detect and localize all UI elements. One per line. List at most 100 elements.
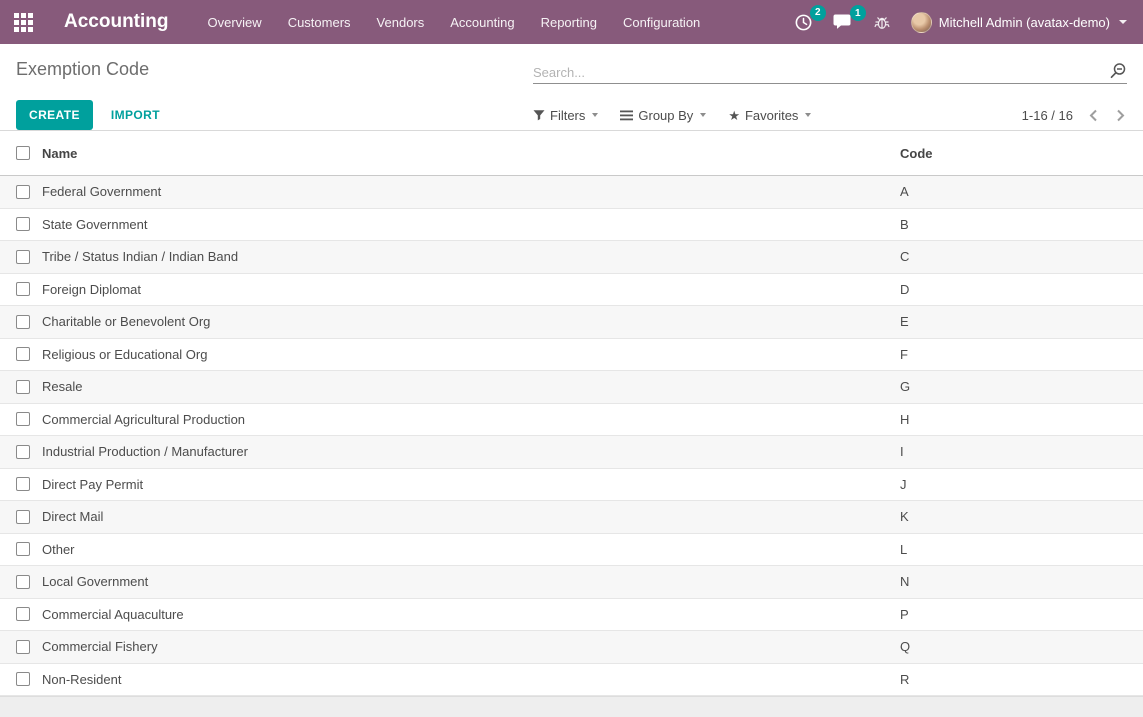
action-buttons: CREATE IMPORT: [16, 100, 533, 130]
row-code: R: [900, 672, 1143, 687]
menu-item[interactable]: Customers: [275, 0, 364, 44]
menu-item[interactable]: Configuration: [610, 0, 713, 44]
table-row[interactable]: Industrial Production / Manufacturer I: [0, 436, 1143, 469]
systray: 2 1 Mitchell Admin (avatax-demo): [790, 9, 1127, 36]
favorites-label: Favorites: [745, 108, 798, 123]
row-checkbox[interactable]: [16, 412, 30, 426]
row-checkbox[interactable]: [16, 640, 30, 654]
row-code: G: [900, 379, 1143, 394]
search-box: [533, 54, 1127, 84]
table-row[interactable]: State Government B: [0, 209, 1143, 242]
row-name: Non-Resident: [42, 672, 900, 687]
row-code: H: [900, 412, 1143, 427]
apps-menu-button[interactable]: [0, 0, 46, 44]
import-button[interactable]: IMPORT: [111, 108, 160, 122]
row-code: K: [900, 509, 1143, 524]
table-row[interactable]: Commercial Aquaculture P: [0, 599, 1143, 632]
row-name: Resale: [42, 379, 900, 394]
row-name: Commercial Fishery: [42, 639, 900, 654]
pager-next-button[interactable]: [1114, 107, 1127, 124]
user-menu[interactable]: Mitchell Admin (avatax-demo): [911, 12, 1127, 33]
row-code: E: [900, 314, 1143, 329]
chevron-down-icon: [1119, 20, 1127, 24]
row-name: Direct Pay Permit: [42, 477, 900, 492]
table-row[interactable]: Charitable or Benevolent Org E: [0, 306, 1143, 339]
table-row[interactable]: Resale G: [0, 371, 1143, 404]
table-row[interactable]: Other L: [0, 534, 1143, 567]
row-name: Federal Government: [42, 184, 900, 199]
row-checkbox[interactable]: [16, 347, 30, 361]
group-by-label: Group By: [638, 108, 693, 123]
menu-item[interactable]: Vendors: [364, 0, 438, 44]
row-code: P: [900, 607, 1143, 622]
message-badge: 1: [850, 5, 866, 21]
row-name: Commercial Agricultural Production: [42, 412, 900, 427]
row-checkbox[interactable]: [16, 672, 30, 686]
app-title[interactable]: Accounting: [64, 11, 169, 33]
row-checkbox[interactable]: [16, 510, 30, 524]
bug-icon: [873, 13, 891, 31]
row-checkbox[interactable]: [16, 250, 30, 264]
debug-button[interactable]: [869, 9, 901, 35]
list-lines-icon: [620, 110, 633, 121]
user-name: Mitchell Admin (avatax-demo): [939, 15, 1110, 30]
table-row[interactable]: Tribe / Status Indian / Indian Band C: [0, 241, 1143, 274]
row-checkbox[interactable]: [16, 315, 30, 329]
row-code: I: [900, 444, 1143, 459]
menu-item[interactable]: Reporting: [528, 0, 610, 44]
row-code: C: [900, 249, 1143, 264]
select-all-checkbox[interactable]: [16, 146, 30, 160]
table-row[interactable]: Direct Pay Permit J: [0, 469, 1143, 502]
table-row[interactable]: Foreign Diplomat D: [0, 274, 1143, 307]
row-checkbox[interactable]: [16, 575, 30, 589]
create-button[interactable]: CREATE: [16, 100, 93, 130]
main-menu: OverviewCustomersVendorsAccountingReport…: [195, 0, 714, 44]
filters-dropdown[interactable]: Filters: [533, 108, 598, 123]
filter-group: Filters Group By ★ Favorites: [533, 108, 811, 123]
row-code: L: [900, 542, 1143, 557]
exemption-code-list: Name Code Federal Government A State Gov…: [0, 131, 1143, 696]
top-navbar: Accounting OverviewCustomersVendorsAccou…: [0, 0, 1143, 44]
row-code: N: [900, 574, 1143, 589]
menu-item[interactable]: Accounting: [437, 0, 527, 44]
row-checkbox[interactable]: [16, 380, 30, 394]
row-name: Commercial Aquaculture: [42, 607, 900, 622]
row-code: J: [900, 477, 1143, 492]
search-magnifier-icon[interactable]: [1109, 62, 1127, 80]
funnel-icon: [533, 109, 545, 121]
row-name: Religious or Educational Org: [42, 347, 900, 362]
column-header-name[interactable]: Name: [42, 146, 900, 161]
row-checkbox[interactable]: [16, 477, 30, 491]
favorites-dropdown[interactable]: ★ Favorites: [728, 108, 811, 123]
table-row[interactable]: Commercial Agricultural Production H: [0, 404, 1143, 437]
row-checkbox[interactable]: [16, 282, 30, 296]
table-row[interactable]: Federal Government A: [0, 176, 1143, 209]
pager-range: 1-16 / 16: [1022, 108, 1073, 123]
column-header-code[interactable]: Code: [900, 146, 1143, 161]
row-checkbox[interactable]: [16, 607, 30, 621]
messages-button[interactable]: 1: [829, 9, 863, 35]
table-row[interactable]: Religious or Educational Org F: [0, 339, 1143, 372]
table-row[interactable]: Commercial Fishery Q: [0, 631, 1143, 664]
star-icon: ★: [728, 109, 740, 122]
control-panel: Exemption Code CREATE IMPORT Filters Gro…: [0, 44, 1143, 131]
row-checkbox[interactable]: [16, 185, 30, 199]
row-code: D: [900, 282, 1143, 297]
table-row[interactable]: Non-Resident R: [0, 664, 1143, 697]
activities-button[interactable]: 2: [790, 9, 823, 36]
row-name: Other: [42, 542, 900, 557]
table-row[interactable]: Local Government N: [0, 566, 1143, 599]
table-row[interactable]: Direct Mail K: [0, 501, 1143, 534]
pager-previous-button[interactable]: [1087, 107, 1100, 124]
row-code: B: [900, 217, 1143, 232]
search-input[interactable]: [533, 65, 1109, 80]
user-avatar: [911, 12, 932, 33]
apps-grid-icon: [14, 13, 33, 32]
row-checkbox[interactable]: [16, 542, 30, 556]
activity-badge: 2: [810, 5, 826, 21]
menu-item[interactable]: Overview: [195, 0, 275, 44]
row-checkbox[interactable]: [16, 445, 30, 459]
row-name: Foreign Diplomat: [42, 282, 900, 297]
row-checkbox[interactable]: [16, 217, 30, 231]
group-by-dropdown[interactable]: Group By: [620, 108, 706, 123]
